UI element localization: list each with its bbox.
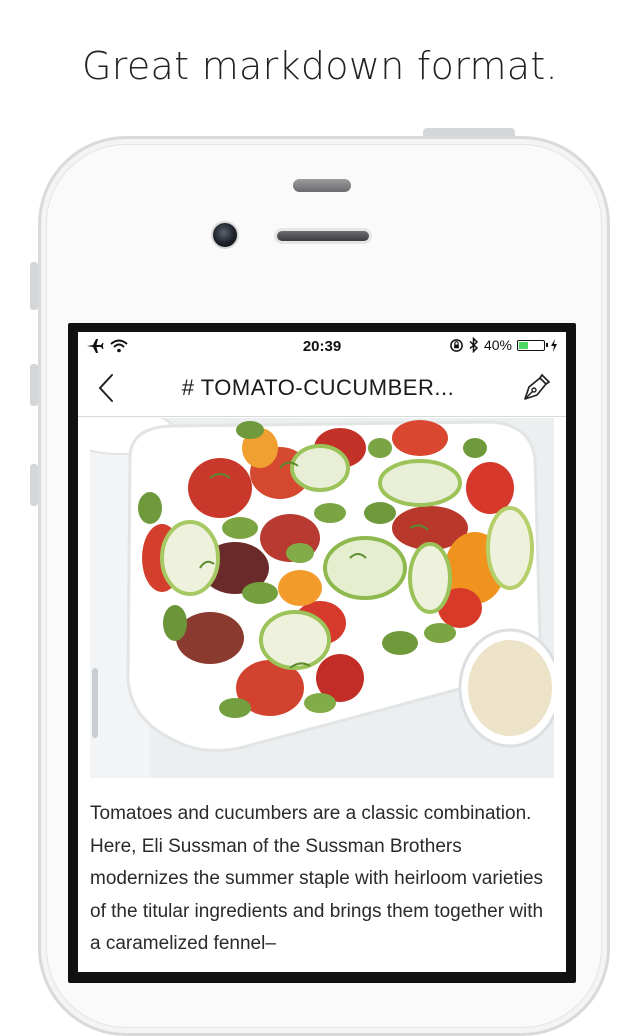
volume-up-button: [30, 364, 38, 406]
article-paragraph: Tomatoes and cucumbers are a classic com…: [90, 803, 544, 954]
bluetooth-icon: [469, 337, 479, 353]
battery-percent: 40%: [483, 337, 512, 353]
front-camera: [211, 221, 239, 249]
app-screen: 20:39 40% # TOMATO-CUCUMBER... Tomatoes …: [78, 332, 566, 972]
proximity-sensor: [293, 179, 351, 192]
headline: Great markdown format.: [82, 44, 558, 88]
rotation-lock-icon: [450, 338, 463, 352]
note-title: # TOMATO-CUCUMBER...: [181, 375, 455, 400]
earpiece-speaker: [274, 228, 372, 244]
navigation-bar: # TOMATO-CUCUMBER...: [78, 360, 566, 417]
salad-photo: [90, 418, 554, 778]
status-bar: 20:39 40%: [78, 332, 566, 360]
chevron-left-icon[interactable]: [94, 372, 118, 404]
volume-down-button: [30, 464, 38, 506]
battery-level-fill: [519, 341, 528, 349]
battery-icon: [517, 339, 548, 351]
charging-icon: [551, 338, 557, 352]
pen-nib-icon[interactable]: [520, 372, 552, 404]
mute-switch: [30, 262, 38, 310]
